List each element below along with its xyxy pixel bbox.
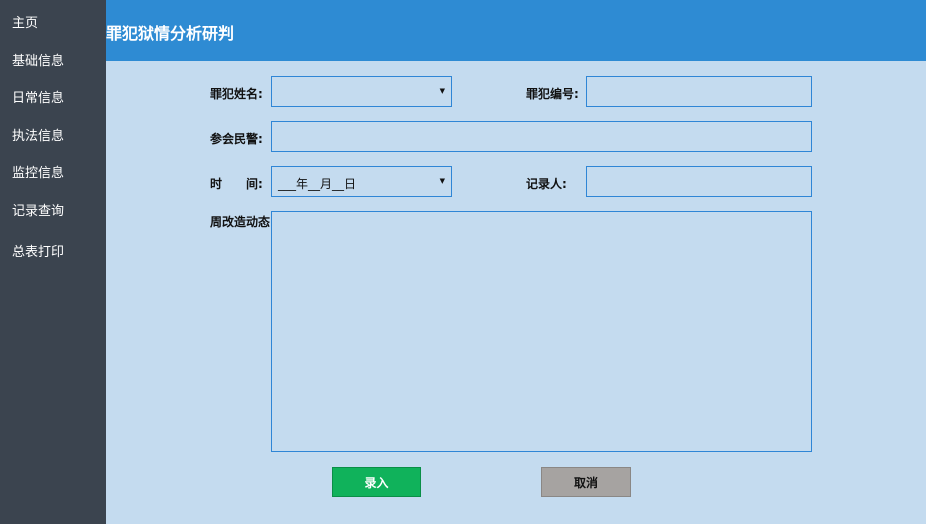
criminal-number-label: 罪犯编号: — [526, 87, 579, 101]
cancel-button[interactable]: 取消 — [541, 467, 631, 497]
page-title: 罪犯狱情分析研判 — [106, 24, 235, 43]
header-bar: 罪犯狱情分析研判 — [106, 0, 926, 61]
weekly-dynamics-label: 周改造动态 — [210, 215, 271, 229]
sidebar-item-home[interactable]: 主页 — [12, 12, 38, 31]
recorder-label: 记录人: — [526, 177, 567, 191]
submit-button[interactable]: 录入 — [332, 467, 421, 497]
criminal-name-select[interactable]: ▼ — [271, 76, 452, 107]
criminal-name-label: 罪犯姓名: — [210, 87, 263, 101]
time-label: 时 间: — [210, 177, 263, 191]
officers-input[interactable] — [271, 121, 812, 152]
criminal-number-input[interactable] — [586, 76, 812, 107]
sidebar-item-summary-print[interactable]: 总表打印 — [12, 241, 64, 260]
sidebar-item-enforcement-info[interactable]: 执法信息 — [12, 125, 64, 144]
caret-down-icon: ▼ — [439, 87, 445, 95]
time-select[interactable]: ___年__月__日 ▼ — [271, 166, 452, 197]
recorder-input[interactable] — [586, 166, 812, 197]
sidebar-item-record-query[interactable]: 记录查询 — [12, 200, 64, 219]
sidebar-item-basic-info[interactable]: 基础信息 — [12, 50, 64, 69]
time-value: ___年__月__日 — [278, 177, 357, 191]
caret-down-icon: ▼ — [439, 177, 445, 185]
sidebar-item-monitoring-info[interactable]: 监控信息 — [12, 162, 64, 181]
officers-label: 参会民警: — [210, 132, 263, 146]
sidebar: 主页 基础信息 日常信息 执法信息 监控信息 记录查询 总表打印 — [0, 0, 106, 524]
weekly-dynamics-textarea[interactable] — [271, 211, 812, 452]
sidebar-item-daily-info[interactable]: 日常信息 — [12, 87, 64, 106]
